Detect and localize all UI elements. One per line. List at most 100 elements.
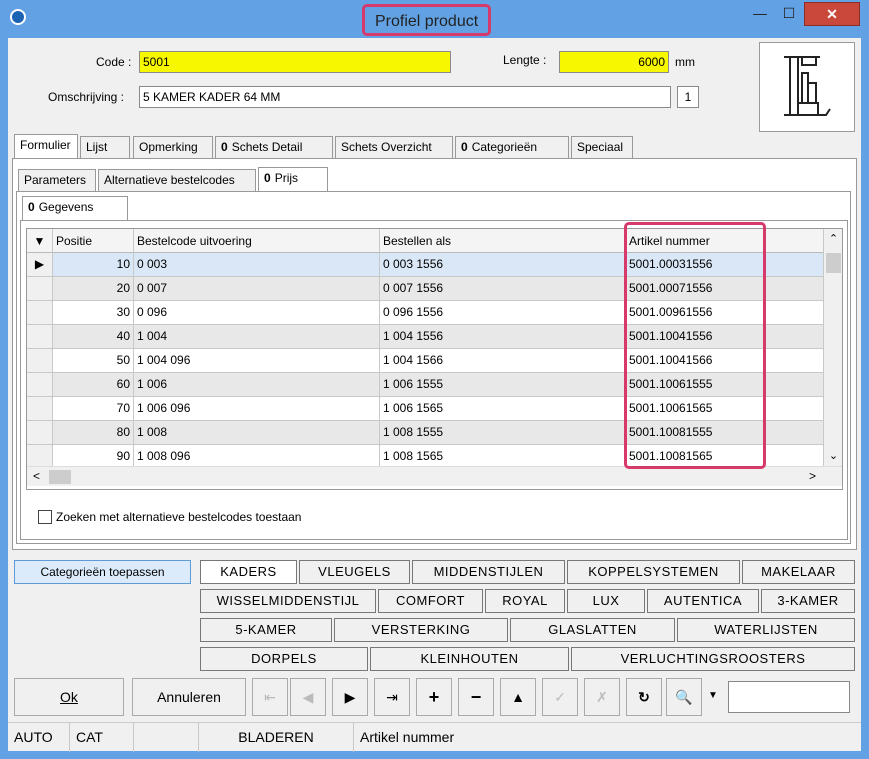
search-input[interactable] xyxy=(728,681,850,713)
cat-comfort[interactable]: COMFORT xyxy=(378,589,483,613)
tab-alternatieve-bestelcodes[interactable]: Alternatieve bestelcodes xyxy=(98,169,256,191)
cell-als[interactable]: 0 003 1556 xyxy=(380,253,626,277)
refresh-icon[interactable]: ↻ xyxy=(626,678,662,716)
minimize-button[interactable]: — xyxy=(746,2,774,26)
app-icon[interactable] xyxy=(10,9,26,25)
cancel-record-icon[interactable]: ✗ xyxy=(584,678,620,716)
cell-code[interactable]: 0 007 xyxy=(134,277,380,301)
cell-als[interactable]: 1 006 1565 xyxy=(380,397,626,421)
lengte-field[interactable]: 6000 xyxy=(559,51,669,73)
scroll-down-icon[interactable]: ⌄ xyxy=(824,449,842,462)
cat-kaders[interactable]: KADERS xyxy=(200,560,297,584)
row-selector[interactable] xyxy=(27,325,53,349)
cat-kleinhouten[interactable]: KLEINHOUTEN xyxy=(370,647,569,671)
cat-lux[interactable]: LUX xyxy=(567,589,645,613)
cat-wisselmiddenstijl[interactable]: WISSELMIDDENSTIJL xyxy=(200,589,376,613)
scroll-thumb[interactable] xyxy=(826,253,841,273)
first-record-icon[interactable]: ⇤ xyxy=(252,678,288,716)
cell-als[interactable]: 1 004 1566 xyxy=(380,349,626,373)
tab-categorieen[interactable]: 0 Categorieën xyxy=(455,136,569,158)
code-field[interactable]: 5001 xyxy=(139,51,451,73)
row-selector[interactable] xyxy=(27,301,53,325)
tab-schets-overzicht[interactable]: Schets Overzicht xyxy=(335,136,453,158)
edit-record-icon[interactable]: ▲ xyxy=(500,678,536,716)
cell-als[interactable]: 0 007 1556 xyxy=(380,277,626,301)
add-record-icon[interactable]: + xyxy=(416,678,452,716)
row-selector[interactable] xyxy=(27,349,53,373)
cell-pos[interactable]: 50 xyxy=(53,349,134,373)
artikel-nummer-highlight xyxy=(624,222,766,469)
cell-pos[interactable]: 60 xyxy=(53,373,134,397)
tab-schets-detail[interactable]: 0 Schets Detail xyxy=(215,136,333,158)
categorieen-toepassen-button[interactable]: Categorieën toepassen xyxy=(14,560,191,584)
cell-pos[interactable]: 30 xyxy=(53,301,134,325)
tab-prijs[interactable]: 0 Prijs xyxy=(258,167,328,191)
cell-als[interactable]: 0 096 1556 xyxy=(380,301,626,325)
cell-code[interactable]: 1 004 xyxy=(134,325,380,349)
cell-code[interactable]: 1 008 xyxy=(134,421,380,445)
cell-code[interactable]: 1 006 xyxy=(134,373,380,397)
cell-pos[interactable]: 10 xyxy=(53,253,134,277)
cat-5-kamer[interactable]: 5-KAMER xyxy=(200,618,332,642)
cat-koppelsystemen[interactable]: KOPPELSYSTEMEN xyxy=(567,560,740,584)
chevron-down-icon[interactable]: ▼ xyxy=(706,678,720,716)
cat-dorpels[interactable]: DORPELS xyxy=(200,647,368,671)
tab-speciaal[interactable]: Speciaal xyxy=(571,136,633,158)
ok-button[interactable]: Ok xyxy=(14,678,124,716)
tab-formulier[interactable]: Formulier xyxy=(14,134,78,158)
cell-code[interactable]: 0 003 xyxy=(134,253,380,277)
tab-lijst[interactable]: Lijst xyxy=(80,136,130,158)
cell-pos[interactable]: 20 xyxy=(53,277,134,301)
cell-pos[interactable]: 70 xyxy=(53,397,134,421)
maximize-button[interactable]: ☐ xyxy=(776,2,802,26)
alt-codes-checkbox[interactable] xyxy=(38,510,52,524)
hscroll-thumb[interactable] xyxy=(49,470,71,484)
row-selector[interactable] xyxy=(27,277,53,301)
post-record-icon[interactable]: ✓ xyxy=(542,678,578,716)
binoculars-icon[interactable]: 🔍 xyxy=(666,678,702,716)
cat-versterking[interactable]: VERSTERKING xyxy=(334,618,508,642)
sort-down-icon[interactable]: ▼ xyxy=(27,229,53,253)
cell-code[interactable]: 0 096 xyxy=(134,301,380,325)
scroll-right-icon[interactable]: > xyxy=(809,469,816,483)
cell-code[interactable]: 1 004 096 xyxy=(134,349,380,373)
cat-verluchtingsroosters[interactable]: VERLUCHTINGSROOSTERS xyxy=(571,647,855,671)
col-bestelcode[interactable]: Bestelcode uitvoering xyxy=(134,229,380,253)
tab-gegevens[interactable]: 0 Gegevens xyxy=(22,196,128,220)
cat-waterlijsten[interactable]: WATERLIJSTEN xyxy=(677,618,855,642)
scroll-up-icon[interactable]: ⌃ xyxy=(824,232,842,245)
previous-record-icon[interactable]: ◀ xyxy=(290,678,326,716)
tab-parameters[interactable]: Parameters xyxy=(18,169,96,191)
cat-middenstijlen[interactable]: MIDDENSTIJLEN xyxy=(412,560,565,584)
tab-opmerking[interactable]: Opmerking xyxy=(133,136,213,158)
next-record-icon[interactable]: ▶ xyxy=(332,678,368,716)
close-button[interactable]: ✕ xyxy=(804,2,860,26)
status-bar: AUTO CAT BLADEREN Artikel nummer xyxy=(8,722,861,752)
delete-record-icon[interactable]: − xyxy=(458,678,494,716)
cat-royal[interactable]: ROYAL xyxy=(485,589,565,613)
row-selector[interactable] xyxy=(27,397,53,421)
cat-autentica[interactable]: AUTENTICA xyxy=(647,589,759,613)
col-bestellen-als[interactable]: Bestellen als xyxy=(380,229,626,253)
cat-vleugels[interactable]: VLEUGELS xyxy=(299,560,410,584)
col-positie[interactable]: Positie xyxy=(53,229,134,253)
cell-pos[interactable]: 80 xyxy=(53,421,134,445)
cat-glaslatten[interactable]: GLASLATTEN xyxy=(510,618,675,642)
current-row-indicator-icon[interactable]: ▶ xyxy=(27,253,53,277)
row-selector[interactable] xyxy=(27,421,53,445)
horizontal-scrollbar[interactable]: < > xyxy=(27,466,842,486)
cell-als[interactable]: 1 008 1555 xyxy=(380,421,626,445)
scroll-left-icon[interactable]: < xyxy=(33,469,40,483)
row-selector[interactable] xyxy=(27,373,53,397)
cell-pos[interactable]: 40 xyxy=(53,325,134,349)
cell-code[interactable]: 1 006 096 xyxy=(134,397,380,421)
cell-als[interactable]: 1 006 1555 xyxy=(380,373,626,397)
tab-schets-detail-label: Schets Detail xyxy=(231,140,303,154)
cell-als[interactable]: 1 004 1556 xyxy=(380,325,626,349)
vertical-scrollbar[interactable]: ⌃ ⌄ xyxy=(824,229,842,466)
annuleren-button[interactable]: Annuleren xyxy=(132,678,246,716)
cat-makelaar[interactable]: MAKELAAR xyxy=(742,560,855,584)
omschrijving-field[interactable]: 5 KAMER KADER 64 MM xyxy=(139,86,671,108)
last-record-icon[interactable]: ⇥ xyxy=(374,678,410,716)
cat-3-kamer[interactable]: 3-KAMER xyxy=(761,589,855,613)
